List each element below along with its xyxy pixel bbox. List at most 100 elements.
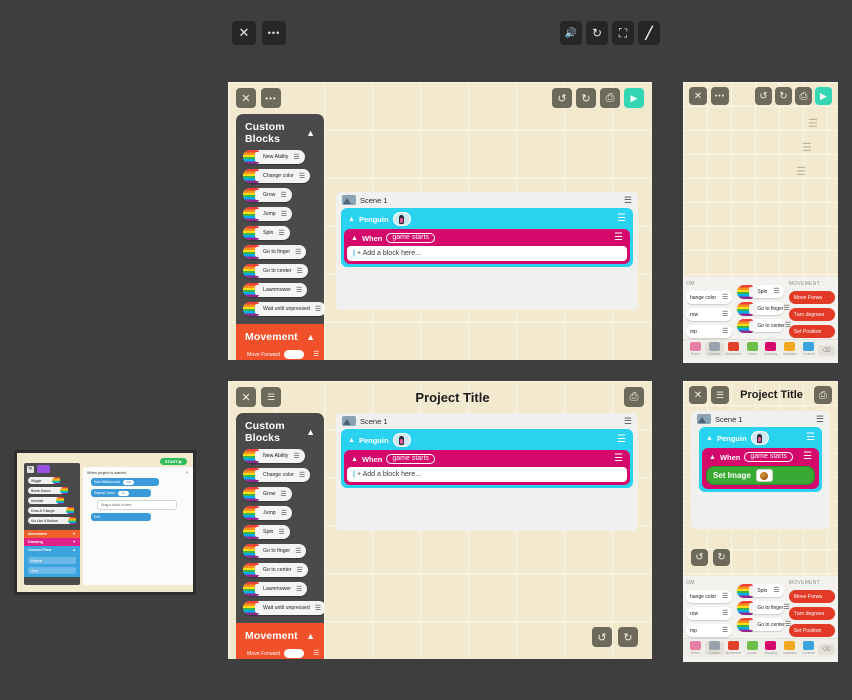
- rule-trigger[interactable]: game starts: [386, 454, 435, 464]
- block-item[interactable]: Lawnmower ☰: [243, 582, 308, 596]
- hamburger-icon[interactable]: ☰: [295, 249, 301, 256]
- hamburger-icon[interactable]: ☰: [803, 452, 812, 462]
- block-item[interactable]: hange color ☰: [686, 291, 733, 304]
- toggle-pill[interactable]: [284, 649, 305, 658]
- chevron-up-icon[interactable]: ▲: [306, 332, 315, 342]
- hamburger-icon[interactable]: ☰: [299, 173, 305, 180]
- block-item[interactable]: Go to finger ☰: [243, 245, 307, 259]
- close-icon[interactable]: ✕: [236, 387, 256, 407]
- block-item[interactable]: Spin ☰: [243, 226, 290, 240]
- tab-custom[interactable]: Custom: [704, 641, 724, 655]
- list-item[interactable]: Animate: [28, 497, 64, 504]
- tab-controls[interactable]: Controls: [799, 342, 818, 356]
- hamburger-icon[interactable]: ☰: [299, 472, 305, 479]
- chevron-up-icon[interactable]: ▲: [72, 548, 76, 552]
- redo-icon[interactable]: ↻: [775, 87, 792, 105]
- category-control-flow[interactable]: Control Flow ▲: [24, 546, 80, 554]
- hamburger-icon[interactable]: ☰: [297, 268, 303, 275]
- hamburger-icon[interactable]: ☰: [722, 294, 728, 301]
- block-item[interactable]: Wait until unpressed ☰: [243, 601, 324, 615]
- block-item[interactable]: Jump ☰: [243, 207, 292, 221]
- hamburger-icon[interactable]: ☰: [295, 548, 301, 555]
- add-block-slot[interactable]: | + Add a block here...: [347, 467, 627, 482]
- hamburger-icon[interactable]: ☰: [722, 610, 728, 617]
- block-item[interactable]: Jump ☰: [243, 506, 292, 520]
- block-item[interactable]: Grow ☰: [243, 188, 292, 202]
- list-item[interactable]: Break Dance: [28, 487, 68, 494]
- hamburger-icon[interactable]: ☰: [281, 211, 287, 218]
- basketball-image-icon[interactable]: [755, 469, 773, 482]
- hamburger-icon[interactable]: ☰: [617, 435, 626, 445]
- scene-header[interactable]: Scene 1 ☰: [691, 411, 830, 427]
- block-item[interactable]: Move Forward ☰: [243, 647, 324, 659]
- close-icon[interactable]: ✕: [689, 87, 707, 105]
- block-item[interactable]: Go to finger ☰: [737, 301, 790, 316]
- list-item[interactable]: Draw A Triangle: [28, 507, 74, 514]
- block-item[interactable]: Move Forwa: [788, 291, 835, 304]
- block-item[interactable]: Move Forwa: [788, 590, 835, 603]
- tab-variables[interactable]: Variables: [780, 342, 799, 356]
- script-block[interactable]: Repeat Times 10: [91, 489, 151, 497]
- delete-key-icon[interactable]: ⌫: [818, 644, 835, 655]
- set-image-block[interactable]: Set Image: [706, 466, 815, 485]
- chevron-up-icon[interactable]: ▲: [348, 216, 355, 223]
- print-icon[interactable]: ⎙: [795, 87, 812, 105]
- hamburger-icon[interactable]: ☰: [783, 305, 789, 312]
- chevron-up-icon[interactable]: ▲: [306, 427, 315, 437]
- rule-header[interactable]: ▲ When game starts ☰: [347, 232, 627, 246]
- hamburger-icon[interactable]: ☰: [773, 587, 779, 594]
- undo-icon[interactable]: ↺: [552, 88, 572, 108]
- penguin-avatar-icon[interactable]: [392, 212, 411, 226]
- redo-icon[interactable]: ↻: [618, 627, 638, 647]
- rule-trigger[interactable]: game starts: [386, 233, 435, 243]
- hamburger-icon[interactable]: ☰: [617, 214, 626, 224]
- tab-controls[interactable]: Controls: [799, 641, 818, 655]
- block-item[interactable]: row ☰: [686, 607, 733, 620]
- tab-drawing[interactable]: Drawing: [761, 641, 780, 655]
- chevron-up-icon[interactable]: ▲: [709, 454, 716, 461]
- more-options-icon[interactable]: •••: [262, 21, 286, 45]
- chevron-up-icon[interactable]: ▲: [706, 435, 713, 442]
- hamburger-icon[interactable]: ☰: [315, 605, 321, 612]
- block-item[interactable]: Change color ☰: [243, 169, 311, 183]
- penguin-avatar-icon[interactable]: [750, 431, 769, 445]
- block-item[interactable]: Spin ☰: [243, 525, 290, 539]
- rule-trigger[interactable]: game starts: [744, 452, 793, 462]
- chevron-up-icon[interactable]: ▲: [306, 128, 315, 138]
- block-item[interactable]: Turn degrees: [788, 607, 835, 620]
- movement-header[interactable]: Movement ▲: [236, 324, 324, 348]
- list-item[interactable]: Act Like A Balloon: [28, 517, 76, 524]
- block-item[interactable]: Turn degrees: [788, 308, 835, 321]
- legacy-editor-thumbnail[interactable]: ✕ Wiggle Break Dance Animate Draw A Tria…: [14, 450, 196, 595]
- hamburger-icon[interactable]: ☰: [808, 117, 818, 130]
- print-icon[interactable]: ⎙: [814, 386, 832, 404]
- hamburger-icon[interactable]: ☰: [278, 529, 284, 536]
- sprite-header[interactable]: ▲ Penguin ☰: [344, 432, 630, 450]
- hamburger-icon[interactable]: ☰: [785, 621, 791, 628]
- hamburger-icon[interactable]: ☰: [296, 586, 302, 593]
- tab-variables[interactable]: Variables: [780, 641, 799, 655]
- chevron-up-icon[interactable]: ▲: [306, 631, 315, 641]
- pen-icon[interactable]: ╱: [638, 21, 660, 45]
- hamburger-icon[interactable]: ☰: [297, 567, 303, 574]
- hamburger-icon[interactable]: ☰: [785, 322, 791, 329]
- redo-icon[interactable]: ↻: [576, 88, 596, 108]
- chevron-down-icon[interactable]: ▼: [72, 540, 76, 544]
- sprite-header[interactable]: ▲ Penguin ☰: [702, 430, 819, 448]
- hamburger-icon[interactable]: ☰: [280, 491, 286, 498]
- block-item[interactable]: mp ☰: [686, 325, 733, 338]
- scene-header[interactable]: Scene 1 ☰: [336, 413, 638, 429]
- tab-movement[interactable]: Movement: [724, 641, 743, 655]
- print-icon[interactable]: ⎙: [600, 88, 620, 108]
- fullscreen-icon[interactable]: ⛶: [612, 21, 634, 45]
- value-field[interactable]: 500: [123, 479, 135, 485]
- chevron-up-icon[interactable]: ▲: [351, 456, 358, 463]
- add-block-slot[interactable]: | + Add a block here...: [347, 246, 627, 261]
- hamburger-icon[interactable]: ☰: [614, 233, 623, 243]
- block-item[interactable]: Move Forward ☰: [243, 348, 324, 360]
- close-icon[interactable]: ✕: [232, 21, 256, 45]
- more-options-icon[interactable]: •••: [261, 88, 281, 108]
- hamburger-icon[interactable]: ☰: [722, 311, 728, 318]
- custom-blocks-header[interactable]: Custom Blocks ▲: [236, 114, 324, 150]
- undo-icon[interactable]: ↺: [691, 549, 708, 566]
